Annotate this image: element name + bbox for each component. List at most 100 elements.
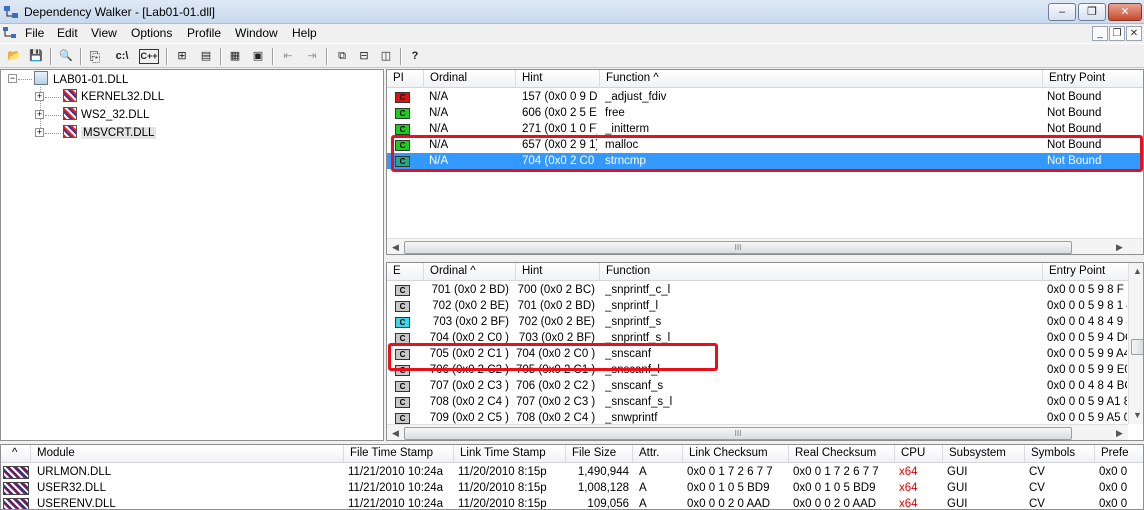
- column-header-function[interactable]: Function: [600, 263, 1043, 281]
- column-header-file-time-stamp[interactable]: File Time Stamp: [344, 445, 454, 463]
- import-row[interactable]: C N/A 271 (0x0 1 0 F) _initterm Not Bound: [387, 121, 1143, 137]
- column-header-link-time-stamp[interactable]: Link Time Stamp: [454, 445, 566, 463]
- expand-icon[interactable]: +: [35, 92, 44, 101]
- import-row[interactable]: C N/A 657 (0x0 2 9 1) malloc Not Bound: [387, 137, 1143, 153]
- column-header-cpu[interactable]: CPU: [895, 445, 943, 463]
- vertical-scrollbar[interactable]: ▲ ▼: [1128, 263, 1143, 424]
- link-time-stamp-cell: 11/20/2010 8:15p: [458, 466, 547, 478]
- tree-item-ws2_32[interactable]: WS2_32.DLL: [63, 107, 149, 123]
- column-header-hint[interactable]: Hint: [516, 263, 600, 281]
- export-row[interactable]: C 702 (0x0 2 BE) 701 (0x0 2 BD) _snprintf_l…: [387, 298, 1128, 314]
- scroll-right-icon[interactable]: ▶: [1111, 425, 1128, 440]
- column-header-pi[interactable]: PI: [387, 70, 424, 88]
- horizontal-scrollbar[interactable]: ◀ III ▶: [387, 238, 1143, 254]
- copy-icon[interactable]: ⎘: [85, 47, 105, 66]
- import-hint-cell: 271 (0x0 1 0 F): [522, 123, 597, 135]
- c-function-icon: C: [395, 317, 410, 328]
- mdi-close-button[interactable]: ✕: [1126, 26, 1142, 41]
- import-row[interactable]: C N/A 157 (0x0 0 9 D) _adjust_fdiv Not Bound: [387, 89, 1143, 105]
- column-header-file-size[interactable]: File Size: [566, 445, 633, 463]
- export-row[interactable]: C 708 (0x0 2 C4 ) 707 (0x0 2 C3 ) _snscanf_…: [387, 394, 1128, 410]
- tile-horizontal-icon[interactable]: ⊟: [354, 47, 374, 66]
- menu-window[interactable]: Window: [235, 26, 278, 40]
- open-icon[interactable]: 📂: [4, 47, 24, 66]
- dll-module-icon: [3, 466, 29, 479]
- find-icon[interactable]: 🔍: [56, 47, 76, 66]
- export-row[interactable]: C 704 (0x0 2 C0 ) 703 (0x0 2 BF) _snprintf_…: [387, 330, 1128, 346]
- c-function-icon: C: [395, 397, 410, 408]
- export-row[interactable]: C 707 (0x0 2 C3 ) 706 (0x0 2 C2 ) _snscanf_…: [387, 378, 1128, 394]
- expand-icon[interactable]: +: [35, 110, 44, 119]
- scroll-left-icon[interactable]: ◀: [387, 239, 404, 254]
- minimize-button[interactable]: –: [1048, 3, 1076, 21]
- column-header-hint[interactable]: Hint: [516, 70, 600, 88]
- column-header-attr[interactable]: Attr.: [633, 445, 683, 463]
- scroll-left-icon[interactable]: ◀: [387, 425, 404, 440]
- restore-button[interactable]: ❐: [1078, 3, 1106, 21]
- tree-item-kernel32[interactable]: KERNEL32.DLL: [63, 89, 164, 105]
- column-header-entry-point[interactable]: Entry Point: [1043, 70, 1143, 88]
- menu-options[interactable]: Options: [131, 26, 172, 40]
- module-row[interactable]: URLMON.DLL 11/21/2010 10:24a 11/20/2010 8:…: [1, 464, 1143, 480]
- column-header-real-checksum[interactable]: Real Checksum: [789, 445, 895, 463]
- file-size-cell: 1,008,128: [577, 482, 629, 494]
- module-row[interactable]: USER32.DLL 11/21/2010 10:24a 11/20/2010 8:…: [1, 480, 1143, 496]
- module-row[interactable]: USERENV.DLL 11/21/2010 10:24a 11/20/2010 8…: [1, 496, 1143, 510]
- export-ordinal-cell: 704 (0x0 2 C0 ): [429, 332, 509, 344]
- scroll-thumb[interactable]: [1131, 339, 1143, 355]
- menu-file[interactable]: File: [25, 26, 44, 40]
- column-header-ordinal[interactable]: Ordinal: [424, 70, 516, 88]
- system-info-icon[interactable]: ▦: [225, 47, 245, 66]
- mdi-minimize-button[interactable]: _: [1092, 26, 1108, 41]
- export-row[interactable]: C 705 (0x0 2 C1 ) 704 (0x0 2 C0 ) _snscanf 0…: [387, 346, 1128, 362]
- tile-vertical-icon[interactable]: ◫: [376, 47, 396, 66]
- column-header-ordinal[interactable]: Ordinal ^: [424, 263, 516, 281]
- full-paths-icon[interactable]: c:\: [112, 47, 132, 66]
- view-window-icon[interactable]: ▣: [248, 47, 268, 66]
- expand-icon[interactable]: +: [35, 128, 44, 137]
- toolbar-separator: [400, 48, 402, 65]
- tree-item-root[interactable]: LAB01-01.DLL: [34, 71, 128, 87]
- column-header-symbols[interactable]: Symbols: [1025, 445, 1095, 463]
- mdi-restore-button[interactable]: ❐: [1109, 26, 1125, 41]
- column-header-e[interactable]: E: [387, 263, 424, 281]
- column-header-subsystem[interactable]: Subsystem: [943, 445, 1025, 463]
- c-function-icon: C: [395, 365, 410, 376]
- window-title: Dependency Walker - [Lab01-01.dll]: [24, 5, 215, 19]
- collapse-icon[interactable]: −: [8, 74, 17, 83]
- scroll-up-icon[interactable]: ▲: [1129, 263, 1143, 280]
- properties-icon[interactable]: ▤: [196, 47, 216, 66]
- undecorate-icon[interactable]: C++: [139, 49, 159, 64]
- column-header-entry-point[interactable]: Entry Point: [1043, 263, 1128, 281]
- column-header-link-checksum[interactable]: Link Checksum: [683, 445, 789, 463]
- menu-edit[interactable]: Edit: [57, 26, 78, 40]
- export-row[interactable]: C 701 (0x0 2 BD) 700 (0x0 2 BC) _snprintf_c…: [387, 282, 1128, 298]
- save-icon[interactable]: 💾: [26, 47, 46, 66]
- import-row[interactable]: C N/A 704 (0x0 2 C0 ) strncmp Not Bound: [387, 153, 1143, 169]
- import-row[interactable]: C N/A 606 (0x0 2 5 E) free Not Bound: [387, 105, 1143, 121]
- scroll-thumb[interactable]: III: [404, 241, 1072, 254]
- menu-profile[interactable]: Profile: [187, 26, 221, 40]
- auto-expand-icon[interactable]: ⊞: [172, 47, 192, 66]
- cascade-icon[interactable]: ⧉: [332, 47, 352, 66]
- menu-help[interactable]: Help: [292, 26, 317, 40]
- help-icon[interactable]: ?: [405, 47, 425, 66]
- horizontal-scrollbar[interactable]: ◀ III ▶: [387, 424, 1128, 440]
- column-header-function[interactable]: Function ^: [600, 70, 1043, 88]
- column-header-sort[interactable]: ^: [1, 445, 31, 463]
- tree-item-msvcrt[interactable]: MSVCRT.DLL: [63, 125, 157, 141]
- document-icon[interactable]: [3, 26, 17, 40]
- column-header-module[interactable]: Module: [31, 445, 344, 463]
- scroll-down-icon[interactable]: ▼: [1129, 407, 1143, 424]
- scroll-thumb[interactable]: III: [404, 427, 1072, 440]
- next-icon[interactable]: ⇥: [302, 47, 322, 66]
- symbols-cell: CV: [1029, 498, 1045, 510]
- export-row[interactable]: C 703 (0x0 2 BF) 702 (0x0 2 BE) _snprintf_s…: [387, 314, 1128, 330]
- highlight-icon[interactable]: ⇤: [278, 47, 298, 66]
- column-header-preferred-base[interactable]: Prefe: [1095, 445, 1143, 463]
- export-row[interactable]: C 706 (0x0 2 C2 ) 705 (0x0 2 C1 ) _snscanf_…: [387, 362, 1128, 378]
- close-button[interactable]: ✕: [1108, 3, 1142, 21]
- import-function-cell: _initterm: [605, 123, 650, 135]
- scroll-right-icon[interactable]: ▶: [1111, 239, 1128, 254]
- menu-view[interactable]: View: [91, 26, 117, 40]
